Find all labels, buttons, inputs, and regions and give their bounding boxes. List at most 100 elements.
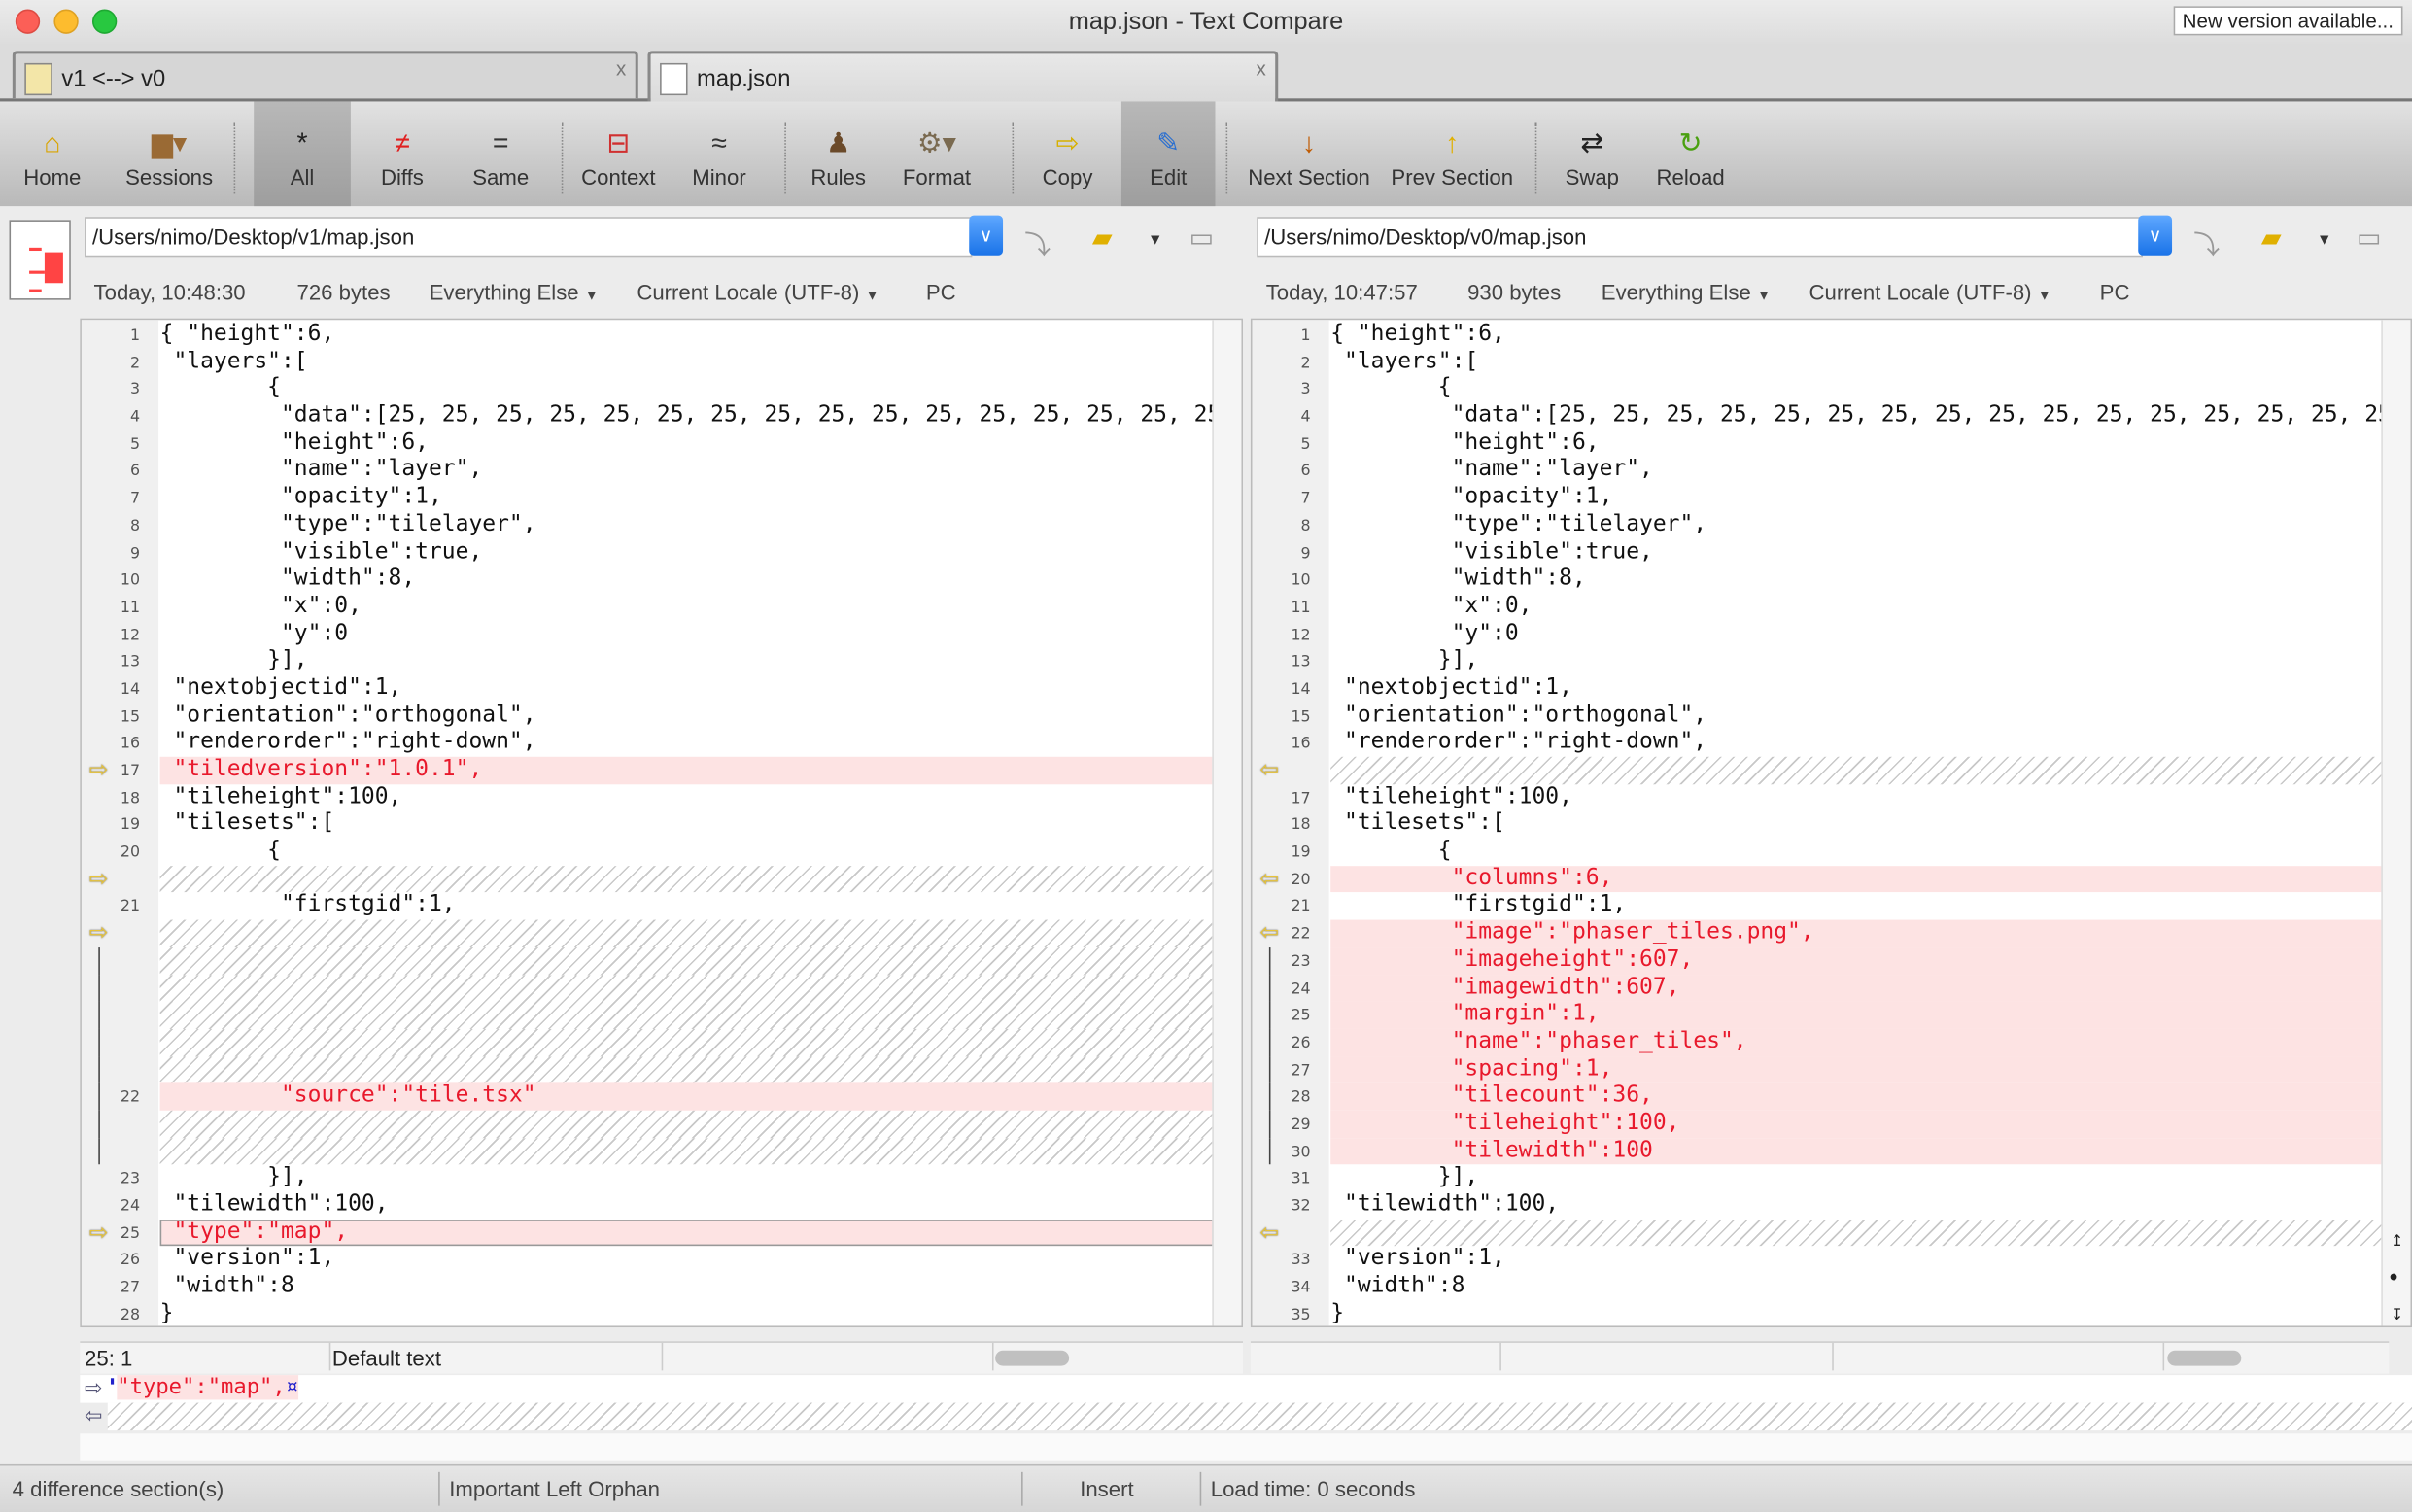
left-rules-select[interactable]: Everything Else ▼ (430, 280, 599, 304)
code-line[interactable]: 10 "width":8, (1252, 567, 2382, 594)
code-line[interactable]: 14 "nextobjectid":1, (1252, 675, 2382, 703)
code-line[interactable]: 8 "type":"tilelayer", (1252, 512, 2382, 539)
code-line[interactable]: 5 "height":6, (1252, 430, 2382, 458)
code-line[interactable]: 21 "firstgid":1, (82, 893, 1214, 920)
arrow-right-icon[interactable]: ⇨ (89, 866, 109, 892)
code-line[interactable]: 1 { "height":6, (82, 322, 1214, 349)
code-line[interactable]: 13 }], (82, 648, 1214, 675)
code-line[interactable]: 18 "tileheight":100, (82, 784, 1214, 811)
left-vertical-scrollbar[interactable] (1212, 320, 1242, 1326)
filler-row[interactable] (82, 1001, 1214, 1029)
next-diff-scroll-icon[interactable]: ↧ (2391, 1307, 2403, 1323)
prev-diff-scroll-icon[interactable]: ↥ (2391, 1233, 2403, 1250)
right-path-input[interactable]: /Users/nimo/Desktop/v0/map.json (1257, 217, 2143, 258)
diff-line[interactable]: 22 "source":"tile.tsx" (82, 1082, 1214, 1111)
code-line[interactable]: 13 }], (1252, 648, 2382, 675)
code-line[interactable]: 24 "tilewidth":100, (82, 1192, 1214, 1220)
diff-line[interactable]: 27 "spacing":1, (1252, 1055, 2383, 1083)
left-encoding-select[interactable]: Current Locale (UTF-8) ▼ (637, 280, 879, 304)
diff-line[interactable]: 28 "tilecount":36, (1252, 1082, 2383, 1111)
tab-close-icon[interactable]: x (1256, 57, 1265, 81)
arrow-left-icon[interactable]: ⇦ (1259, 866, 1279, 892)
code-line[interactable]: 35} (1252, 1301, 2382, 1326)
right-text-pane[interactable]: 1{ "height":6, 2 "layers":[3 {4 "data":[2… (1250, 318, 2412, 1328)
toolbar-all-button[interactable]: * All (254, 101, 351, 207)
left-path-input[interactable]: /Users/nimo/Desktop/v1/map.json (85, 217, 973, 258)
code-line[interactable]: 15 "orientation":"orthogonal", (1252, 703, 2382, 730)
left-history-arrow-icon[interactable]: ⤵ (1024, 223, 1051, 262)
code-line[interactable]: 4 "data":[25, 25, 25, 25, 25, 25, 25, 25… (1252, 403, 2383, 430)
code-line[interactable]: 6 "name":"layer", (1252, 458, 2382, 485)
code-line[interactable]: 14 "nextobjectid":1, (82, 675, 1214, 703)
toolbar-same-button[interactable]: = Same (454, 101, 548, 206)
left-path-dropdown[interactable]: ∨ (969, 215, 1004, 256)
filler-row[interactable]: ⇦ (1252, 756, 2383, 784)
right-open-dropdown-icon[interactable]: ▼ (2317, 232, 2332, 249)
diff-line[interactable]: 26 "name":"phaser_tiles", (1252, 1028, 2383, 1056)
code-line[interactable]: 20 { (82, 839, 1214, 866)
diff-overview-thumbnail[interactable] (9, 220, 71, 300)
toolbar-minor-button[interactable]: ≈ Minor (672, 101, 767, 206)
toolbar-next-section-button[interactable]: ↓ Next Section (1240, 101, 1378, 206)
code-line[interactable]: 3 { (82, 376, 1214, 403)
toolbar-rules-button[interactable]: ♟ Rules (792, 101, 884, 206)
filler-row[interactable]: ⇨ (82, 865, 1214, 893)
diff-line[interactable]: 29 "tileheight":100, (1252, 1110, 2383, 1138)
right-rules-select[interactable]: Everything Else ▼ (1602, 280, 1771, 304)
right-save-icon[interactable]: ▭ (2357, 223, 2381, 255)
tab-folder-compare[interactable]: v1 <--> v0 x (12, 51, 638, 99)
toolbar-reload-button[interactable]: ↻ Reload (1643, 101, 1739, 206)
code-line[interactable]: 4 "data":[25, 25, 25, 25, 25, 25, 25, 25… (82, 403, 1214, 430)
code-line[interactable]: 7 "opacity":1, (82, 485, 1214, 512)
left-text-pane[interactable]: 1{ "height":6, 2 "layers":[3 {4 "data":[2… (80, 318, 1243, 1328)
current-diff-scroll-icon[interactable]: ● (2389, 1269, 2398, 1286)
left-save-icon[interactable]: ▭ (1189, 223, 1214, 255)
toolbar-home-button[interactable]: ⌂ Home (6, 101, 98, 206)
code-line[interactable]: 6 "name":"layer", (82, 458, 1214, 485)
code-line[interactable]: 16 "renderorder":"right-down", (82, 730, 1214, 757)
code-line[interactable]: 26 "version":1, (82, 1247, 1214, 1274)
toolbar-swap-button[interactable]: ⇄ Swap (1544, 101, 1639, 206)
code-line[interactable]: 19 { (1252, 839, 2382, 866)
code-line[interactable]: 9 "visible":true, (1252, 539, 2382, 567)
right-history-arrow-icon[interactable]: ⤵ (2193, 223, 2220, 262)
right-vertical-scrollbar[interactable]: ↥ ● ↧ (2381, 320, 2411, 1326)
code-line[interactable]: 2 "layers":[ (1252, 349, 2382, 376)
right-encoding-select[interactable]: Current Locale (UTF-8) ▼ (1809, 280, 2050, 304)
diff-line[interactable]: ⇨ 25 "type":"map", (82, 1219, 1214, 1247)
right-horizontal-scrollbar[interactable] (2167, 1350, 2242, 1366)
code-line[interactable]: 33 "version":1, (1252, 1247, 2382, 1274)
code-line[interactable]: 11 "x":0, (1252, 594, 2382, 621)
code-line[interactable]: 27 "width":8 (82, 1274, 1214, 1301)
code-line[interactable]: 21 "firstgid":1, (1252, 893, 2382, 920)
toolbar-copy-button[interactable]: ⇨ Copy (1019, 101, 1115, 206)
arrow-right-icon[interactable]: ⇨ (89, 920, 109, 946)
code-line[interactable]: 17 "tileheight":100, (1252, 784, 2382, 811)
code-line[interactable]: 2 "layers":[ (82, 349, 1214, 376)
arrow-left-icon[interactable]: ⇦ (1259, 920, 1279, 946)
code-line[interactable]: 8 "type":"tilelayer", (82, 512, 1214, 539)
code-line[interactable]: 5 "height":6, (82, 430, 1214, 458)
code-line[interactable]: 7 "opacity":1, (1252, 485, 2382, 512)
diff-line[interactable]: ⇦ 20 "columns":6, (1252, 865, 2383, 893)
new-version-button[interactable]: New version available... (2173, 6, 2403, 36)
right-path-dropdown[interactable]: ∨ (2138, 215, 2173, 256)
code-line[interactable]: 16 "renderorder":"right-down", (1252, 730, 2382, 757)
filler-row[interactable]: ⇨ (82, 919, 1214, 947)
code-line[interactable]: 31 }], (1252, 1165, 2382, 1192)
arrow-right-icon[interactable]: ⇨ (89, 757, 109, 783)
tab-close-icon[interactable]: x (616, 57, 626, 81)
code-line[interactable]: 15 "orientation":"orthogonal", (82, 703, 1214, 730)
toolbar-format-button[interactable]: ⚙▾ Format (889, 101, 984, 206)
toolbar-context-button[interactable]: ⊟ Context (569, 101, 668, 206)
code-line[interactable]: 19 "tilesets":[ (82, 811, 1214, 839)
code-line[interactable]: 34 "width":8 (1252, 1274, 2382, 1301)
code-line[interactable]: 10 "width":8, (82, 567, 1214, 594)
toolbar-sessions-button[interactable]: ▆▾ Sessions (114, 101, 224, 206)
diff-line[interactable]: 30 "tilewidth":100 (1252, 1137, 2383, 1165)
diff-line[interactable]: 24 "imagewidth":607, (1252, 974, 2383, 1002)
diff-line[interactable]: 23 "imageheight":607, (1252, 946, 2383, 975)
code-line[interactable]: 32 "tilewidth":100, (1252, 1192, 2382, 1220)
left-horizontal-scrollbar[interactable] (995, 1350, 1070, 1366)
code-line[interactable]: 28} (82, 1301, 1214, 1326)
